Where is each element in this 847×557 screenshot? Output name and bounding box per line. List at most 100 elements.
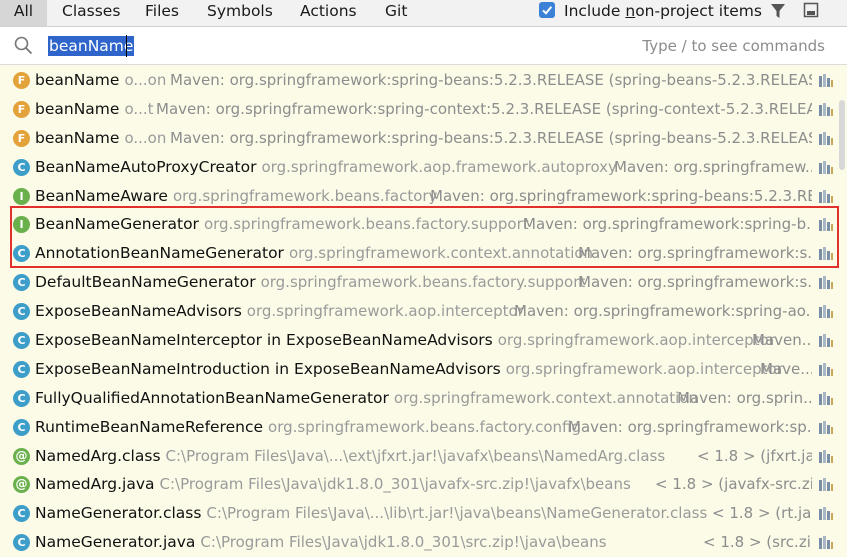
result-label: DefaultBeanNameGenerator org.springframew… — [35, 268, 585, 297]
result-row[interactable]: C ExposeBeanNameAdvisors org.springframewo… — [0, 297, 847, 326]
class-icon: C — [13, 505, 30, 523]
library-icon — [819, 449, 833, 463]
result-row[interactable]: FbeanName o...on Maven: org.springframewor… — [0, 124, 847, 153]
class-icon: C — [13, 245, 30, 263]
interface-icon: I — [13, 216, 30, 234]
library-icon — [819, 334, 833, 348]
result-name: ExposeBeanNameIntroduction in ExposeBean… — [35, 359, 501, 378]
result-package: o...on — [124, 71, 167, 89]
result-location: Mave... — [760, 359, 812, 378]
result-location: Maven: org.springframework:spring-beans:… — [430, 186, 812, 205]
result-package: org.springframework.beans.factory.suppor… — [203, 215, 529, 234]
library-icon — [819, 391, 833, 405]
result-row[interactable]: C NameGenerator.class C:\Program Files\Jav… — [0, 499, 847, 528]
result-name: NameGenerator.class — [35, 504, 202, 523]
class-icon: C — [13, 274, 30, 292]
result-name: RuntimeBeanNameReference — [35, 417, 264, 436]
text-caret — [126, 35, 127, 57]
result-name: DefaultBeanNameGenerator — [35, 273, 256, 292]
result-row[interactable]: @ NamedArg.class C:\Program Files\Java\...… — [0, 442, 847, 471]
filter-icon[interactable] — [770, 3, 786, 19]
class-icon: C — [13, 158, 30, 176]
include-non-project-label[interactable]: Include non-project items — [564, 0, 762, 22]
tab-actions[interactable]: Actions — [300, 0, 357, 26]
result-label: RuntimeBeanNameReference org.springframew… — [35, 413, 581, 442]
annotation-icon: @ — [13, 447, 30, 465]
open-in-tool-window-icon[interactable] — [803, 2, 819, 18]
result-package: C:\Program Files\Java\...\lib\rt.jar!\ja… — [206, 504, 708, 523]
result-package: o...t — [124, 99, 154, 118]
results-list: FbeanName o...on Maven: org.springframewor… — [0, 66, 847, 557]
tab-all[interactable]: All — [0, 0, 47, 26]
result-package: org.springframework.aop.framework.autopr… — [261, 157, 617, 176]
tab-files[interactable]: Files — [145, 0, 179, 26]
result-label: FullyQualifiedAnnotationBeanNameGenerato… — [35, 384, 698, 413]
result-row[interactable]: C AnnotationBeanNameGenerator org.springfr… — [0, 239, 847, 268]
result-row[interactable]: C ExposeBeanNameIntroduction in ExposeBea… — [0, 355, 847, 384]
tab-symbols[interactable]: Symbols — [207, 0, 273, 26]
field-icon: F — [13, 129, 30, 147]
result-row[interactable]: FbeanName o...t Maven: org.springframework… — [0, 95, 847, 124]
result-row[interactable]: I BeanNameGenerator org.springframework.be… — [0, 210, 847, 239]
result-label: ExposeBeanNameAdvisors org.springframewor… — [35, 297, 524, 326]
search-input[interactable]: beanName — [48, 36, 135, 56]
include-label-suffix: on-project items — [635, 2, 762, 20]
result-name: NamedArg.java — [35, 475, 155, 494]
result-row[interactable]: C ExposeBeanNameInterceptor in ExposeBean… — [0, 326, 847, 355]
include-non-project-checkbox[interactable] — [539, 2, 555, 18]
result-location: Maven: org.springframework:s... — [578, 244, 812, 263]
class-icon: C — [13, 534, 30, 552]
library-icon — [819, 362, 833, 376]
result-package: org.springframework.beans.factory — [172, 186, 438, 205]
result-location: Maven: org.springframework:sp... — [568, 417, 812, 436]
result-row[interactable]: C RuntimeBeanNameReference org.springframe… — [0, 413, 847, 442]
library-icon — [819, 247, 833, 261]
result-location: Maven: org.springframework:spring-beans:… — [170, 71, 812, 89]
result-row[interactable]: C BeanNameAutoProxyCreator org.springframe… — [0, 153, 847, 182]
result-location: < 1.8 > (rt.jar) — [712, 504, 812, 523]
field-icon: F — [13, 72, 30, 89]
result-location: < 1.8 > (javafx-src.zip) — [655, 475, 812, 494]
result-row[interactable]: C DefaultBeanNameGenerator org.springframe… — [0, 268, 847, 297]
search-bar: beanName Type / to see commands — [0, 27, 847, 65]
result-name: beanName — [35, 128, 120, 147]
result-row[interactable]: @ NamedArg.java C:\Program Files\Java\jdk1… — [0, 470, 847, 499]
result-label: ExposeBeanNameIntroduction in ExposeBean… — [35, 355, 783, 384]
result-location: Maven: org.springframework:spring-beans:… — [170, 128, 812, 147]
result-row[interactable]: C FullyQualifiedAnnotationBeanNameGenerat… — [0, 384, 847, 413]
result-package: C:\Program Files\Java\...\ext\jfxrt.jar!… — [165, 446, 666, 465]
result-row[interactable]: FbeanName o...on Maven: org.springframewor… — [0, 66, 847, 95]
result-label: NamedArg.java C:\Program Files\Java\jdk1.… — [35, 470, 631, 499]
class-icon: C — [13, 360, 30, 378]
tab-classes[interactable]: Classes — [62, 0, 120, 26]
search-hint: Type / to see commands — [642, 37, 825, 55]
class-icon: C — [13, 303, 30, 321]
result-label: NameGenerator.class C:\Program Files\Java… — [35, 499, 707, 528]
search-tabs: All Classes Files Symbols Actions Git In… — [0, 0, 847, 27]
result-row[interactable]: C NameGenerator.java C:\Program Files\Java… — [0, 528, 847, 557]
library-icon — [819, 218, 833, 232]
tab-git[interactable]: Git — [385, 0, 407, 26]
result-location: Maven: org.springframework:s... — [578, 273, 812, 292]
field-icon: F — [13, 100, 30, 118]
interface-icon: I — [13, 187, 30, 205]
result-label: BeanNameAware org.springframework.beans.f… — [35, 182, 437, 211]
scrollbar-thumb[interactable] — [839, 100, 845, 170]
result-package: org.springframework.beans.factory.config — [268, 417, 582, 436]
result-label: BeanNameGenerator org.springframework.bea… — [35, 210, 529, 239]
checkmark-icon — [542, 6, 553, 15]
result-package: o...on — [124, 128, 167, 147]
search-icon — [14, 36, 33, 55]
result-label: NameGenerator.java C:\Program Files\Java\… — [35, 528, 607, 557]
result-label: BeanNameAutoProxyCreator org.springframew… — [35, 153, 617, 182]
library-icon — [819, 420, 833, 434]
library-icon — [819, 276, 833, 290]
result-label: beanName o...on — [35, 124, 166, 153]
library-icon — [819, 478, 833, 492]
result-row[interactable]: I BeanNameAware org.springframework.beans.… — [0, 182, 847, 211]
result-location: Maven: org.springframework:spring-contex… — [156, 99, 812, 118]
result-name: ExposeBeanNameInterceptor in ExposeBeanN… — [35, 331, 493, 350]
result-label: AnnotationBeanNameGenerator org.springfra… — [35, 239, 593, 268]
result-location: Maven... — [752, 331, 812, 350]
class-icon: C — [13, 418, 30, 436]
